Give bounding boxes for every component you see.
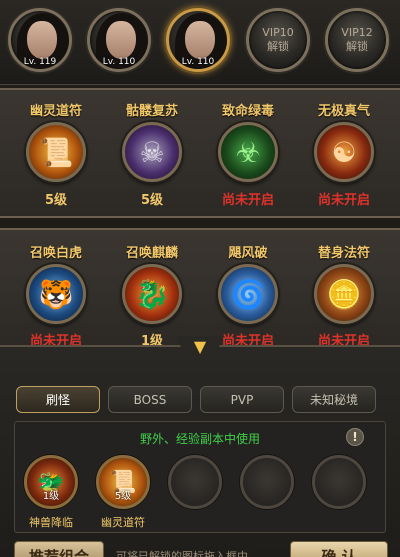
tab-shuaguai[interactable]: 刷怪 (16, 386, 100, 413)
qilin-icon[interactable]: 🐉 (122, 264, 182, 324)
tab-pvp[interactable]: PVP (200, 386, 284, 413)
character-level: Lv. 119 (23, 57, 57, 67)
skill-name: 幽灵道符 (29, 104, 82, 119)
skill-name: 骷髅复苏 (125, 104, 178, 119)
info-icon[interactable]: ! (346, 428, 364, 446)
skill-name: 替身法符 (317, 246, 370, 261)
skill-level: 5级 (140, 193, 164, 208)
chevron-down-icon: ▼ (193, 337, 207, 356)
empty-slot-4[interactable] (240, 455, 294, 509)
poison-icon[interactable]: ☣ (218, 122, 278, 182)
character-avatar-3-selected[interactable]: Lv. 110 (166, 8, 230, 72)
skill-name: 致命绿毒 (221, 104, 274, 119)
skill-name: 飓风破 (228, 246, 268, 261)
character-level: Lv. 110 (181, 57, 215, 67)
recommend-button[interactable]: 推荐组合 (14, 541, 104, 557)
tiger-icon[interactable]: 🐯 (26, 264, 86, 324)
character-avatar-2[interactable]: Lv. 110 (87, 8, 151, 72)
unlock-label: 解锁 (267, 40, 289, 53)
equipped-slot-2[interactable]: 📜 5级 (96, 455, 150, 509)
empty-slot-3[interactable] (168, 455, 222, 509)
qi-icon[interactable]: ☯ (314, 122, 374, 182)
skill-name: 召唤白虎 (29, 246, 82, 261)
character-avatar-1[interactable]: Lv. 119 (8, 8, 72, 72)
charm-icon[interactable]: 🪙 (314, 264, 374, 324)
wind-icon[interactable]: 🌀 (218, 264, 278, 324)
tab-boss[interactable]: BOSS (108, 386, 192, 413)
vip-label: VIP10 (262, 26, 294, 39)
talisman-icon[interactable]: 📜 (26, 122, 86, 182)
skill-status: 尚未开启 (221, 193, 274, 208)
skill-name: 无极真气 (317, 104, 370, 119)
empty-slot-5[interactable] (312, 455, 366, 509)
skill-status: 尚未开启 (317, 193, 370, 208)
character-level: Lv. 110 (102, 57, 136, 67)
equipped-slot-1[interactable]: 🐲 1级 (24, 455, 78, 509)
tab-unknown-realm[interactable]: 未知秘境 (292, 386, 376, 413)
skill-level: 5级 (44, 193, 68, 208)
drag-hint: 可将已解锁的图标拖入框中 (116, 550, 248, 557)
slot-name: 幽灵道符 (101, 516, 145, 529)
slot-name: 神兽降临 (29, 516, 73, 529)
unlock-label: 解锁 (346, 40, 368, 53)
vip12-locked-slot[interactable]: VIP12 解锁 (325, 8, 389, 72)
skill-name: 召唤麒麟 (125, 246, 178, 261)
skull-icon[interactable]: ☠ (122, 122, 182, 182)
slot-level: 5级 (114, 491, 132, 502)
slot-level: 1级 (42, 491, 60, 502)
vip10-locked-slot[interactable]: VIP10 解锁 (246, 8, 310, 72)
confirm-button[interactable]: 确 认 (290, 541, 388, 557)
vip-label: VIP12 (341, 26, 373, 39)
usage-hint: 野外、经验副本中使用 (139, 432, 260, 446)
